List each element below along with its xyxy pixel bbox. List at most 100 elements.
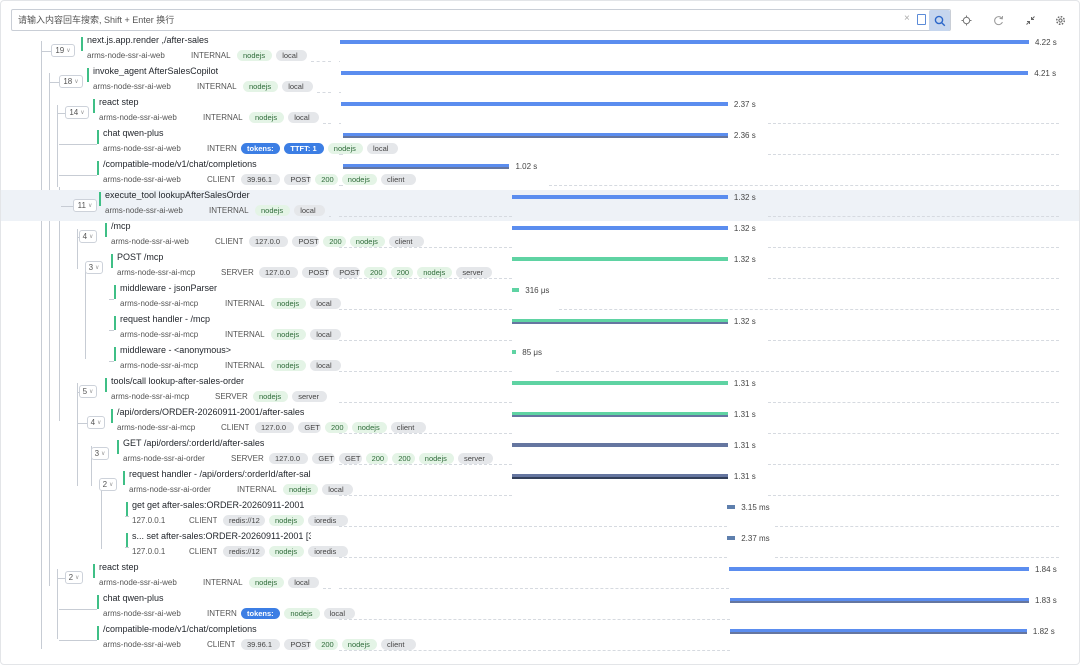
attribute-tag[interactable]: nodejs xyxy=(255,205,291,216)
attribute-tag[interactable]: nodejs xyxy=(249,577,285,588)
attribute-tag[interactable]: nodejs xyxy=(327,143,363,154)
timeline-bar[interactable] xyxy=(512,381,728,385)
span-name[interactable]: middleware - jsonParser xyxy=(120,283,217,293)
attribute-tag[interactable]: POST xyxy=(292,236,320,247)
attribute-tag[interactable]: 127.0.0 xyxy=(259,267,299,278)
attribute-tag[interactable]: client xyxy=(381,639,417,650)
timeline-bar[interactable] xyxy=(512,443,728,447)
span-row[interactable]: /compatible-mode/v1/chat/completions arms… xyxy=(1,624,1079,655)
span-name[interactable]: s... set after-sales:ORDER-20260911-2001… xyxy=(132,531,311,541)
attribute-tag[interactable]: local xyxy=(323,608,355,619)
timeline-bar[interactable] xyxy=(340,40,1029,44)
span-name[interactable]: react step xyxy=(99,97,139,107)
attribute-tag[interactable]: nodejs xyxy=(284,608,320,619)
span-row[interactable]: 19 ∨ next.js.app.render ,/after-sales arms-… xyxy=(1,35,1079,66)
span-row[interactable]: 18 ∨ invoke_agent AfterSalesCopilot arms-no… xyxy=(1,66,1079,97)
attribute-tag[interactable]: nodejs xyxy=(237,50,273,61)
collapse-toggle[interactable]: 4 ∨ xyxy=(87,416,105,429)
attribute-tag[interactable]: local xyxy=(310,298,342,309)
span-row[interactable]: 3 ∨ POST /mcp arms-node-ssr-ai-mcp SERVER 127… xyxy=(1,252,1079,283)
attribute-tag[interactable]: nodejs xyxy=(417,267,453,278)
timeline-bar[interactable] xyxy=(512,350,517,354)
attribute-tag[interactable]: POST xyxy=(284,174,312,185)
attribute-tag[interactable]: POST xyxy=(333,267,360,278)
span-row[interactable]: chat qwen-plus arms-node-ssr-ai-web INTERN… xyxy=(1,128,1079,159)
attribute-tag[interactable]: 200 xyxy=(392,453,415,464)
collapse-toggle[interactable]: 5 ∨ xyxy=(79,385,97,398)
timeline-bar[interactable] xyxy=(729,567,1029,571)
collapse-toggle[interactable]: 3 ∨ xyxy=(85,261,103,274)
attribute-tag[interactable]: nodejs xyxy=(269,515,305,526)
attribute-tag[interactable]: local xyxy=(310,329,342,340)
timeline-bar[interactable] xyxy=(512,226,728,230)
span-row[interactable]: chat qwen-plus arms-node-ssr-ai-web INTERN… xyxy=(1,593,1079,624)
attribute-tag[interactable]: local xyxy=(288,112,320,123)
span-name[interactable]: POST /mcp xyxy=(117,252,163,262)
attribute-tag[interactable]: 200 xyxy=(365,453,389,464)
collapse-toggle[interactable]: 4 ∨ xyxy=(79,230,97,243)
attribute-tag[interactable]: local xyxy=(294,205,326,216)
attribute-tag[interactable]: 39.96.1 xyxy=(241,639,281,650)
span-name[interactable]: request handler - /mcp xyxy=(120,314,210,324)
attribute-tag[interactable]: client xyxy=(381,174,417,185)
copy-icon[interactable] xyxy=(917,14,926,25)
span-name[interactable]: request handler - /api/orders/:orderId/a… xyxy=(129,469,311,479)
timeline-bar[interactable] xyxy=(512,195,728,199)
attribute-tag[interactable]: server xyxy=(292,391,328,402)
collapse-toggle[interactable]: 14 ∨ xyxy=(65,106,89,119)
attribute-tag[interactable]: client xyxy=(390,422,426,433)
attribute-tag[interactable]: GET xyxy=(312,453,335,464)
collapse-toggle[interactable]: 18 ∨ xyxy=(59,75,83,88)
attribute-tag[interactable]: nodejs xyxy=(269,546,305,557)
span-row[interactable]: 3 ∨ GET /api/orders/:orderId/after-sales ar… xyxy=(1,438,1079,469)
attribute-tag[interactable]: nodejs xyxy=(283,484,319,495)
span-row[interactable]: get get after-sales:ORDER-20260911-2001 1… xyxy=(1,500,1079,531)
span-name[interactable]: tools/call lookup-after-sales-order xyxy=(111,376,244,386)
attribute-tag[interactable]: nodejs xyxy=(249,112,285,123)
span-row[interactable]: request handler - /mcp arms-node-ssr-ai-m… xyxy=(1,314,1079,345)
attribute-tag[interactable]: POST xyxy=(302,267,330,278)
attribute-tag[interactable]: redis://12 xyxy=(223,546,265,557)
attribute-tag[interactable]: client xyxy=(389,236,425,247)
timeline-bar[interactable] xyxy=(512,288,520,292)
span-name[interactable]: execute_tool lookupAfterSalesOrder xyxy=(105,190,250,200)
attribute-tag[interactable]: nodejs xyxy=(349,236,385,247)
attribute-tag[interactable]: 127.0.0 xyxy=(269,453,309,464)
collapse-toggle[interactable]: 11 ∨ xyxy=(73,199,97,212)
span-row[interactable]: 11 ∨ execute_tool lookupAfterSalesOrder arm… xyxy=(1,190,1079,221)
attribute-tag[interactable]: nodejs xyxy=(351,422,387,433)
collapse-toggle[interactable]: 3 ∨ xyxy=(91,447,109,460)
locate-icon[interactable] xyxy=(959,13,973,27)
span-name[interactable]: invoke_agent AfterSalesCopilot xyxy=(93,66,218,76)
span-name[interactable]: /api/orders/ORDER-20260911-2001/after-sa… xyxy=(117,407,304,417)
attribute-tag[interactable]: nodejs xyxy=(418,453,454,464)
span-name[interactable]: chat qwen-plus xyxy=(103,593,164,603)
attribute-tag[interactable]: 200 xyxy=(325,422,348,433)
attribute-tag[interactable]: 200 xyxy=(390,267,414,278)
attribute-tag[interactable]: POST xyxy=(284,639,312,650)
span-row[interactable]: 2 ∨ react step arms-node-ssr-ai-web INTERNAL… xyxy=(1,562,1079,593)
attribute-tag[interactable]: 200 xyxy=(364,267,387,278)
span-name[interactable]: /compatible-mode/v1/chat/completions xyxy=(103,159,257,169)
clear-icon[interactable]: × xyxy=(904,13,910,24)
attribute-tag[interactable]: GET xyxy=(339,453,362,464)
collapse-toggle[interactable]: 19 ∨ xyxy=(51,44,75,57)
attribute-tag[interactable]: nodejs xyxy=(271,329,307,340)
timeline-bar[interactable] xyxy=(341,71,1029,75)
attribute-tag[interactable]: 127.0.0 xyxy=(249,236,289,247)
attribute-tag[interactable]: ioredis xyxy=(308,515,348,526)
attribute-tag[interactable]: 200 xyxy=(315,639,338,650)
attribute-tag[interactable]: nodejs xyxy=(271,298,307,309)
timeline-bar[interactable] xyxy=(341,102,728,106)
span-row[interactable]: /compatible-mode/v1/chat/completions arms… xyxy=(1,159,1079,190)
attribute-tag[interactable]: tokens: xyxy=(241,143,281,154)
attribute-tag[interactable]: server xyxy=(456,267,492,278)
span-name[interactable]: middleware - <anonymous> xyxy=(120,345,231,355)
refresh-icon[interactable] xyxy=(991,13,1005,27)
attribute-tag[interactable]: local xyxy=(310,360,342,371)
attribute-tag[interactable]: nodejs xyxy=(271,360,307,371)
attribute-tag[interactable]: local xyxy=(367,143,398,154)
attribute-tag[interactable]: 127.0.0 xyxy=(255,422,295,433)
span-name[interactable]: next.js.app.render ,/after-sales xyxy=(87,35,209,45)
attribute-tag[interactable]: redis://12 xyxy=(223,515,265,526)
